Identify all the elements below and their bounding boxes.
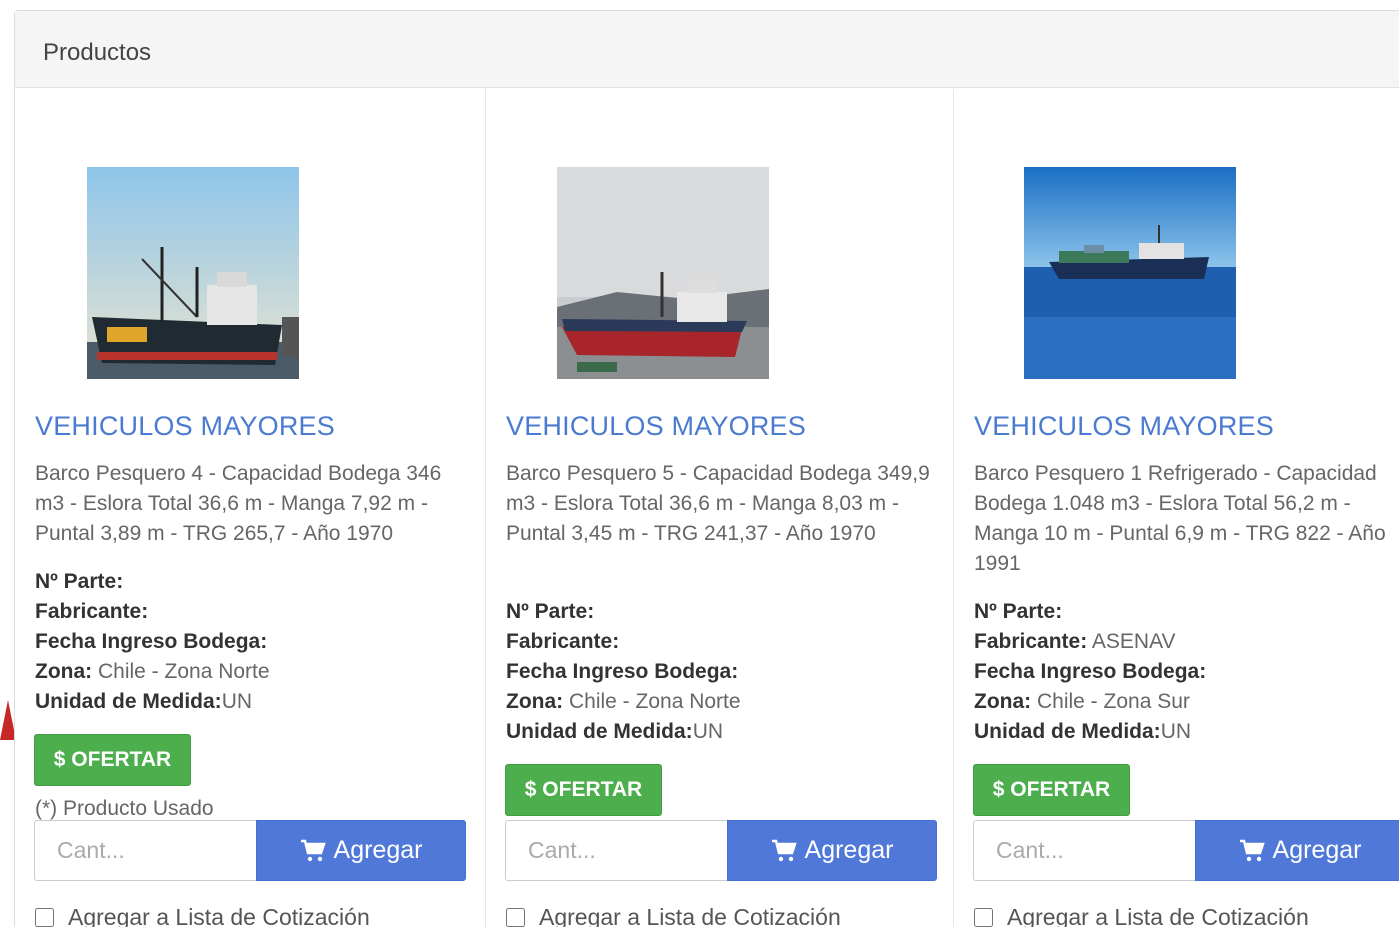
part-label: Nº Parte: [35,570,124,593]
quantity-input[interactable] [505,820,727,881]
product-card: VEHICULOS MAYORES Barco Pesquero 4 - Cap… [15,89,485,927]
shopping-cart-icon [771,839,797,863]
maker-label: Fabricante: [35,600,149,623]
unit-value: UN [221,690,253,713]
date-label: Fecha Ingreso Bodega: [506,660,739,683]
product-description: Barco Pesquero 1 Refrigerado - Capacidad… [974,462,1386,575]
shopping-cart-icon [300,839,326,863]
product-image[interactable] [87,167,299,379]
add-button[interactable]: Agregar [256,820,466,881]
zone-label: Zona: [35,660,93,683]
offer-button[interactable]: $ OFERTAR [505,764,662,816]
quote-list-option[interactable]: Agregar a Lista de Cotización [506,904,841,927]
add-button-label: Agregar [1272,836,1362,864]
zone-value: Chile - Zona Sur [1031,690,1190,713]
maker-label: Fabricante: [506,630,620,653]
add-button-label: Agregar [333,836,423,864]
date-label: Fecha Ingreso Bodega: [35,630,268,653]
zone-label: Zona: [974,690,1032,713]
quote-list-label: Agregar a Lista de Cotización [539,904,841,927]
fishing-boat-image [1024,167,1236,379]
quote-list-label: Agregar a Lista de Cotización [1007,904,1309,927]
shopping-cart-icon [1239,839,1265,863]
maker-label: Fabricante: [974,630,1088,653]
quantity-input[interactable] [34,820,256,881]
add-to-cart-row: Agregar [973,820,1399,881]
fishing-boat-image [557,167,769,379]
quote-list-checkbox[interactable] [35,908,54,927]
quote-list-option[interactable]: Agregar a Lista de Cotización [35,904,370,927]
used-product-note: (*) Producto Usado [35,797,214,820]
unit-label: Unidad de Medida: [35,690,222,713]
add-button[interactable]: Agregar [727,820,937,881]
fishing-boat-image [87,167,299,379]
product-details: Nº Parte: Fabricante: ASENAV Fecha Ingre… [974,597,1206,747]
unit-label: Unidad de Medida: [506,720,693,743]
product-image[interactable] [1024,167,1236,379]
product-grid: VEHICULOS MAYORES Barco Pesquero 4 - Cap… [15,89,1399,927]
part-label: Nº Parte: [974,600,1063,623]
add-to-cart-row: Agregar [34,820,466,881]
product-card: VEHICULOS MAYORES Barco Pesquero 5 - Cap… [485,89,955,927]
maker-value: ASENAV [1087,630,1176,653]
zone-value: Chile - Zona Norte [563,690,741,713]
quote-list-checkbox[interactable] [974,908,993,927]
add-button-label: Agregar [804,836,894,864]
unit-label: Unidad de Medida: [974,720,1161,743]
product-details: Nº Parte: Fabricante: Fecha Ingreso Bode… [35,567,270,717]
zone-value: Chile - Zona Norte [92,660,270,683]
quantity-input[interactable] [973,820,1195,881]
product-details: Nº Parte: Fabricante: Fecha Ingreso Bode… [506,597,741,747]
quote-list-option[interactable]: Agregar a Lista de Cotización [974,904,1309,927]
add-button[interactable]: Agregar [1195,820,1399,881]
product-image[interactable] [557,167,769,379]
product-description: Barco Pesquero 4 - Capacidad Bodega 346 … [35,462,442,545]
add-to-cart-row: Agregar [505,820,937,881]
product-category-link[interactable]: VEHICULOS MAYORES [35,411,335,442]
product-category-link[interactable]: VEHICULOS MAYORES [506,411,806,442]
offer-button[interactable]: $ OFERTAR [34,734,191,786]
panel-title: Productos [15,11,1399,88]
products-panel: Productos VEHICULOS MAYORES Barco Pesque… [14,10,1399,927]
zone-label: Zona: [506,690,564,713]
product-category-link[interactable]: VEHICULOS MAYORES [974,411,1274,442]
offer-button[interactable]: $ OFERTAR [973,764,1130,816]
quote-list-label: Agregar a Lista de Cotización [68,904,370,927]
part-label: Nº Parte: [506,600,595,623]
product-card: VEHICULOS MAYORES Barco Pesquero 1 Refri… [953,89,1399,927]
date-label: Fecha Ingreso Bodega: [974,660,1207,683]
product-description: Barco Pesquero 5 - Capacidad Bodega 349,… [506,462,930,545]
unit-value: UN [692,720,724,743]
unit-value: UN [1160,720,1192,743]
quote-list-checkbox[interactable] [506,908,525,927]
